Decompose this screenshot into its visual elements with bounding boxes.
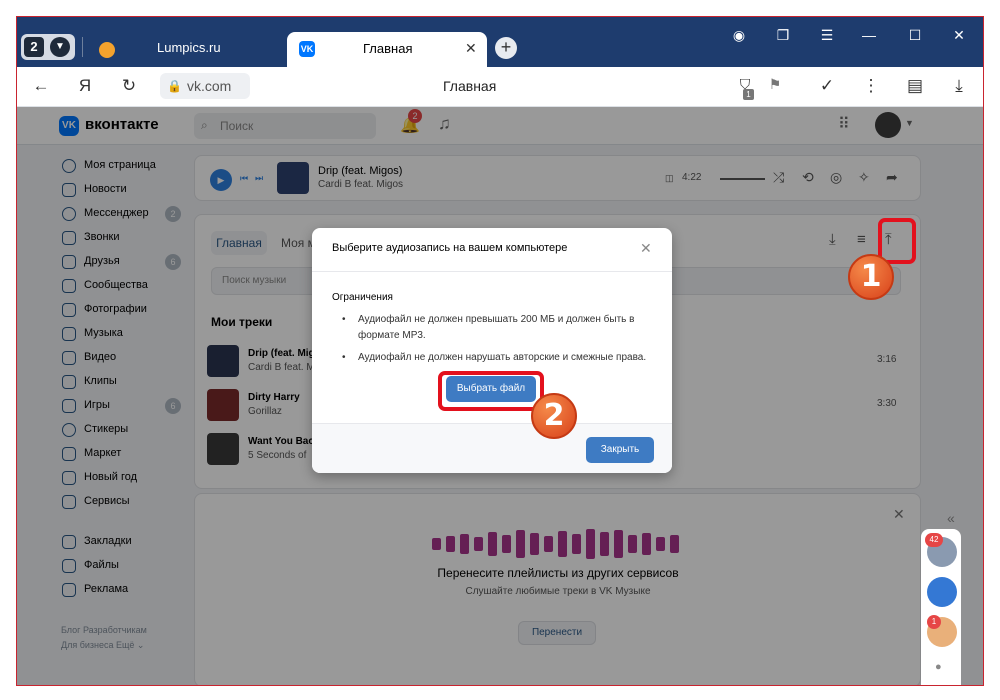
choose-file-highlight: [438, 371, 544, 411]
tab-count: 2: [24, 37, 44, 57]
maximize-icon[interactable]: ☐: [903, 27, 927, 44]
close-icon[interactable]: ✕: [640, 240, 652, 257]
lock-icon: 🔒: [167, 79, 182, 93]
step-marker-1: 1: [848, 254, 894, 300]
tab-lumpics[interactable]: Lumpics.ru: [89, 34, 284, 67]
chat-side-panel: 42 1 ●: [921, 529, 961, 685]
chat-icon[interactable]: ●: [935, 661, 942, 673]
tab-label: Lumpics.ru: [157, 40, 221, 55]
new-tab-button[interactable]: +: [495, 37, 517, 59]
collections-icon[interactable]: ❐: [771, 27, 795, 44]
menu-icon[interactable]: ☰: [815, 27, 839, 44]
step-marker-2: 2: [531, 393, 577, 439]
restriction-item: • Аудиофайл не должен превышать 200 МБ и …: [342, 312, 662, 344]
chat-badge: 1: [927, 615, 941, 629]
reader-icon[interactable]: ▤: [903, 76, 927, 96]
restriction-text: Аудиофайл не должен нарушать авторские и…: [358, 352, 647, 363]
close-button[interactable]: Закрыть: [586, 437, 654, 463]
browser-window: 2 ▼ Lumpics.ru VK Главная ✕ + ◉ ❐ ☰ — ☐ …: [16, 16, 984, 686]
restriction-text: Аудиофайл не должен превышать 200 МБ и д…: [358, 314, 635, 341]
dialog-title: Выберите аудиозапись на вашем компьютере: [332, 242, 568, 254]
dialog-header: Выберите аудиозапись на вашем компьютере…: [312, 228, 672, 272]
protect-badge: 1: [743, 89, 754, 100]
profile-icon[interactable]: ◉: [727, 27, 751, 44]
url-field[interactable]: 🔒 vk.com: [160, 73, 250, 99]
shield-icon[interactable]: ✓: [815, 76, 839, 96]
chevron-down-icon: ▼: [50, 37, 70, 57]
chat-avatar[interactable]: [927, 577, 957, 607]
upload-audio-dialog: Выберите аудиозапись на вашем компьютере…: [312, 228, 672, 473]
download-icon[interactable]: ⤓: [947, 76, 971, 96]
url-text: vk.com: [187, 78, 232, 94]
tab-label: Главная: [363, 41, 413, 56]
tab-divider: [82, 37, 83, 57]
restriction-item: • Аудиофайл не должен нарушать авторские …: [342, 350, 662, 366]
back-icon[interactable]: ←: [29, 76, 53, 96]
page-title: Главная: [443, 78, 497, 94]
lumpics-favicon-icon: [99, 42, 115, 58]
minimize-icon[interactable]: —: [857, 27, 881, 43]
tab-count-widget[interactable]: 2 ▼: [21, 34, 75, 60]
vk-favicon-icon: VK: [299, 41, 315, 57]
tab-vk-main[interactable]: VK Главная ✕: [287, 32, 487, 67]
tab-bar: 2 ▼ Lumpics.ru VK Главная ✕ + ◉ ❐ ☰ — ☐ …: [17, 17, 983, 67]
bookmark-icon[interactable]: ⚑: [763, 76, 787, 93]
reload-icon[interactable]: ↻: [117, 76, 141, 96]
extensions-icon[interactable]: ⋮: [859, 76, 883, 96]
close-window-icon[interactable]: ✕: [947, 27, 971, 44]
collapse-icon[interactable]: «: [947, 510, 955, 526]
close-tab-icon[interactable]: ✕: [465, 40, 477, 57]
chat-badge: 42: [925, 533, 943, 547]
restrictions-heading: Ограничения: [332, 292, 393, 303]
address-bar: ← Я ↻ 🔒 vk.com Главная ⛉ 1 ⚑ ✓ ⋮ ▤ ⤓: [17, 67, 983, 107]
dialog-footer: Закрыть: [312, 423, 672, 473]
yandex-icon[interactable]: Я: [73, 76, 97, 96]
